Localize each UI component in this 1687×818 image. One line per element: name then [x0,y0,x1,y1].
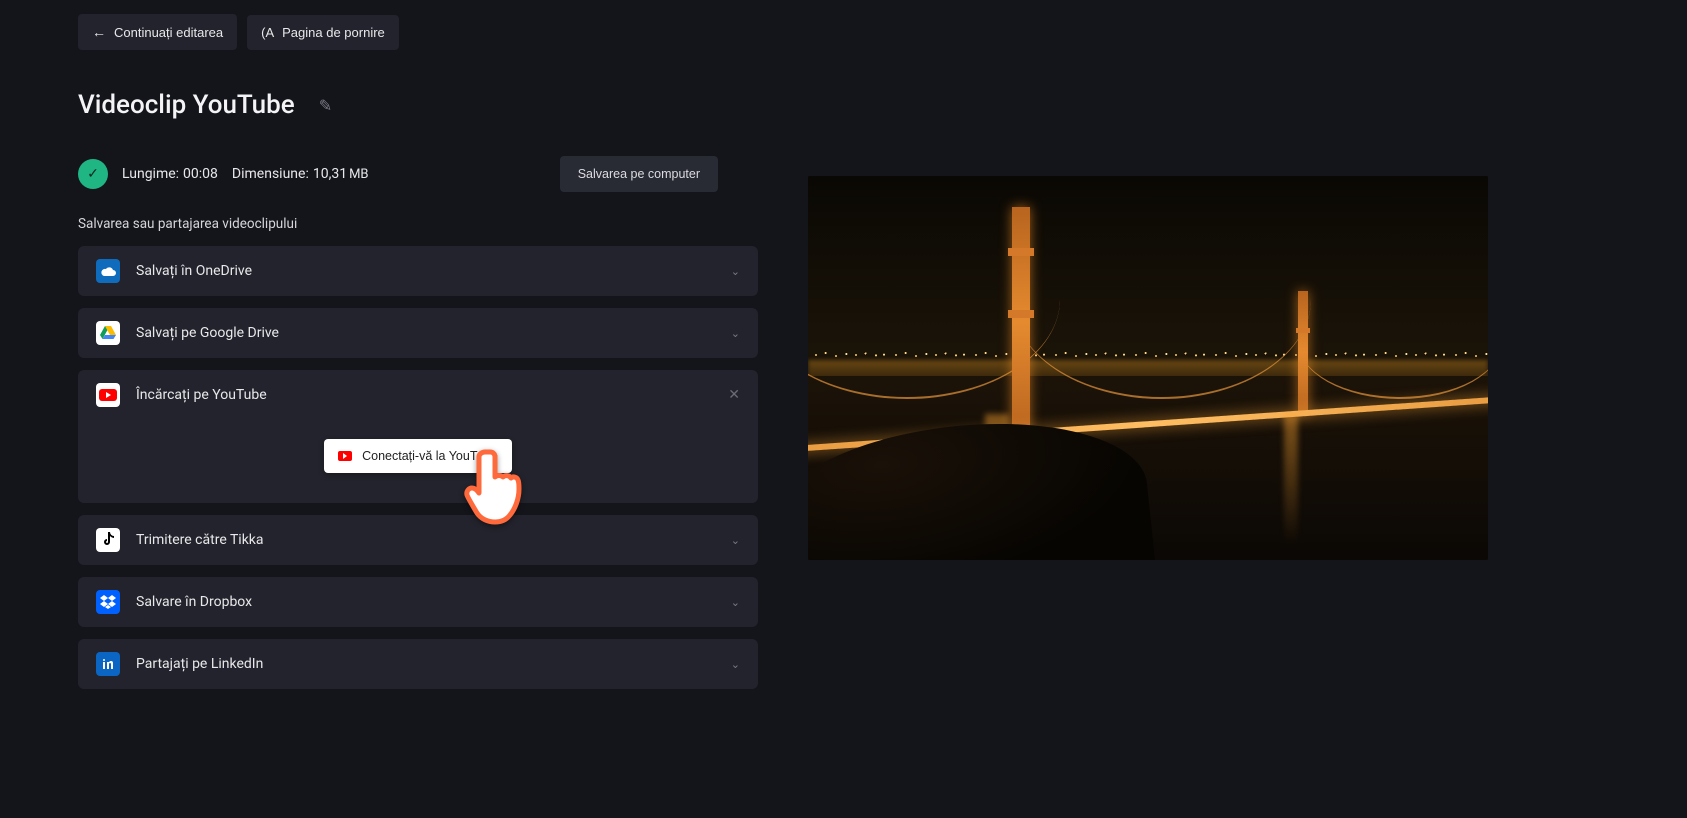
share-label-tiktok: Trimitere către Tikka [136,532,264,548]
share-item-onedrive[interactable]: Salvați în OneDrive ⌄ [78,246,758,296]
save-to-computer-button[interactable]: Salvarea pe computer [560,156,718,192]
connect-youtube-label: Conectați-vă la YouTube [362,449,498,463]
right-panel [808,90,1609,689]
chevron-down-icon: ⌄ [731,327,740,340]
dropbox-icon [96,590,120,614]
size-unit: MB [349,167,368,182]
youtube-small-icon [338,451,352,461]
length-value: 00:08 [183,166,218,182]
share-item-youtube[interactable]: Încărcați pe YouTube ✕ Conectați-vă la Y… [78,370,758,503]
size-label: Dimensiune: [232,166,309,182]
share-item-tiktok[interactable]: Trimitere către Tikka ⌄ [78,515,758,565]
edit-title-icon[interactable]: ✎ [319,96,332,115]
home-prefix: (A [261,25,274,40]
home-button[interactable]: (A Pagina de pornire [247,15,399,50]
size-value: 10,31 [313,166,347,182]
share-label-gdrive: Salvați pe Google Drive [136,325,279,341]
chevron-down-icon: ⌄ [731,596,740,609]
share-item-gdrive[interactable]: Salvați pe Google Drive ⌄ [78,308,758,358]
continue-editing-button[interactable]: ← Continuați editarea [78,14,237,50]
meta-row: ✓ Lungime: 00:08 Dimensiune: 10,31 MB Sa… [78,156,758,192]
linkedin-icon [96,652,120,676]
back-arrow-icon: ← [92,24,106,40]
check-glyph: ✓ [87,166,99,182]
share-label-youtube: Încărcați pe YouTube [136,387,267,403]
share-label-dropbox: Salvare în Dropbox [136,594,252,610]
left-panel: Videoclip YouTube ✎ ✓ Lungime: 00:08 Dim… [78,90,758,689]
onedrive-icon [96,259,120,283]
status-check-icon: ✓ [78,159,108,189]
home-label: Pagina de pornire [282,25,385,40]
youtube-expanded-body: Conectați-vă la YouTube [78,415,758,503]
top-bar: ← Continuați editarea (A Pagina de porni… [0,0,1687,50]
youtube-icon [96,383,120,407]
share-item-linkedin[interactable]: Partajați pe LinkedIn ⌄ [78,639,758,689]
length-label: Lungime: [122,166,179,182]
chevron-down-icon: ⌄ [731,265,740,278]
page-title: Videoclip YouTube [78,90,295,120]
share-item-dropbox[interactable]: Salvare în Dropbox ⌄ [78,577,758,627]
share-section-label: Salvarea sau partajarea videoclipului [78,216,758,232]
chevron-down-icon: ⌄ [731,534,740,547]
tiktok-icon [96,528,120,552]
chevron-down-icon: ⌄ [731,658,740,671]
share-list: Salvați în OneDrive ⌄ Salvați pe Google … [78,246,758,689]
video-preview [808,176,1488,560]
connect-youtube-button[interactable]: Conectați-vă la YouTube [324,439,512,473]
continue-editing-label: Continuați editarea [114,25,223,40]
google-drive-icon [96,321,120,345]
share-label-onedrive: Salvați în OneDrive [136,263,252,279]
share-label-linkedin: Partajați pe LinkedIn [136,656,263,672]
close-icon[interactable]: ✕ [728,387,740,403]
